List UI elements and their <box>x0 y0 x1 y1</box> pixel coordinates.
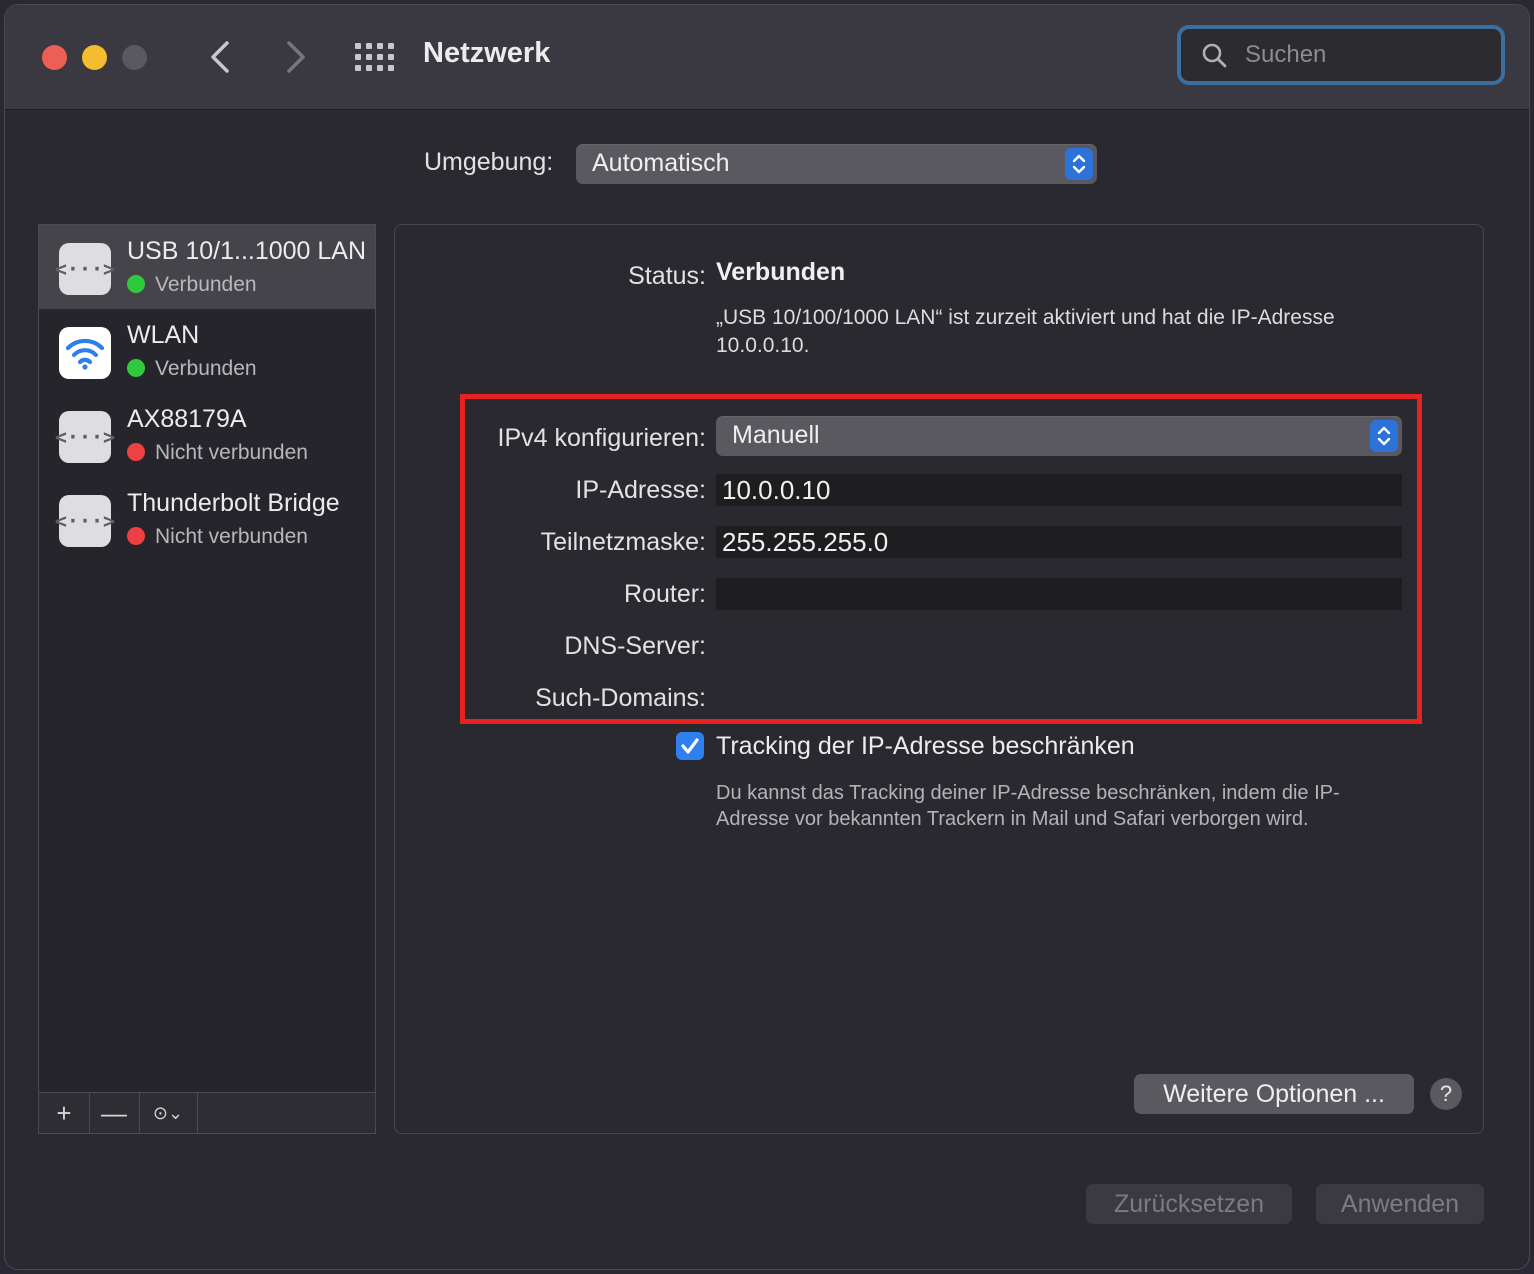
status-dot-icon <box>127 443 145 461</box>
wifi-icon <box>59 327 111 379</box>
ethernet-icon: <···> <box>55 411 115 463</box>
minimize-window-button[interactable] <box>82 45 107 70</box>
service-name: USB 10/1...1000 LAN <box>127 237 367 265</box>
more-options-button[interactable]: Weitere Optionen ... <box>1134 1074 1414 1114</box>
subnet-mask-field[interactable] <box>716 526 1402 558</box>
tracking-checkbox[interactable] <box>676 732 704 760</box>
apply-button[interactable]: Anwenden <box>1316 1184 1484 1224</box>
show-all-grid-icon[interactable] <box>355 43 394 73</box>
ethernet-icon: <···> <box>55 495 115 547</box>
router-field[interactable] <box>716 578 1402 610</box>
service-item-usb-lan[interactable]: <···> USB 10/1...1000 LAN Verbunden <box>39 225 375 309</box>
service-name: Thunderbolt Bridge <box>127 489 340 517</box>
select-stepper-icon <box>1370 420 1398 452</box>
subnet-mask-label: Teilnetzmaske: <box>540 528 706 556</box>
status-dot-icon <box>127 527 145 545</box>
status-label: Status: <box>628 262 706 290</box>
status-dot-icon <box>127 359 145 377</box>
status-dot-icon <box>127 275 145 293</box>
search-field[interactable] <box>1177 25 1505 85</box>
router-label: Router: <box>624 580 706 608</box>
ethernet-icon: <···> <box>55 243 115 295</box>
title-bar: Netzwerk <box>5 5 1529 110</box>
service-name: AX88179A <box>127 405 247 433</box>
ipv4-config-label: IPv4 konfigurieren: <box>497 424 706 452</box>
help-button[interactable]: ? <box>1430 1078 1462 1110</box>
forward-arrow-icon[interactable] <box>281 35 311 89</box>
service-status: Nicht verbunden <box>127 441 308 465</box>
service-list: <···> USB 10/1...1000 LAN Verbunden WLAN… <box>38 224 376 1134</box>
service-list-toolbar: + — ⊙⌄ <box>39 1092 375 1133</box>
service-item-thunderbolt-bridge[interactable]: <···> Thunderbolt Bridge Nicht verbunden <box>39 477 375 561</box>
ip-address-label: IP-Adresse: <box>575 476 706 504</box>
status-description: „USB 10/100/1000 LAN“ ist zurzeit aktivi… <box>716 306 1335 357</box>
location-value: Automatisch <box>592 149 730 177</box>
ipv4-config-value: Manuell <box>732 421 820 449</box>
tracking-description: Du kannst das Tracking deiner IP-Adresse… <box>716 782 1340 830</box>
reset-button[interactable]: Zurücksetzen <box>1086 1184 1292 1224</box>
close-window-button[interactable] <box>42 45 67 70</box>
ipv4-config-select[interactable]: Manuell <box>716 416 1402 456</box>
service-name: WLAN <box>127 321 200 349</box>
ip-address-field[interactable] <box>716 474 1402 506</box>
search-icon <box>1202 43 1227 68</box>
location-label: Umgebung: <box>424 148 554 176</box>
location-select[interactable]: Automatisch <box>576 144 1097 184</box>
search-domains-label: Such-Domains: <box>535 684 706 712</box>
select-stepper-icon <box>1065 148 1093 180</box>
checkmark-icon <box>681 738 699 754</box>
add-service-button[interactable]: + <box>39 1093 90 1133</box>
search-input[interactable] <box>1243 39 1487 71</box>
status-value: Verbunden <box>716 258 846 286</box>
window-title: Netzwerk <box>423 37 551 69</box>
service-status: Nicht verbunden <box>127 525 308 549</box>
tracking-label: Tracking der IP-Adresse beschränken <box>716 732 1135 760</box>
service-actions-menu-button[interactable]: ⊙⌄ <box>139 1093 198 1133</box>
service-item-ax88179a[interactable]: <···> AX88179A Nicht verbunden <box>39 393 375 477</box>
service-item-wlan[interactable]: WLAN Verbunden <box>39 309 375 393</box>
zoom-window-button[interactable] <box>122 45 147 70</box>
remove-service-button[interactable]: — <box>89 1093 140 1133</box>
service-status: Verbunden <box>127 357 257 381</box>
dns-server-label: DNS-Server: <box>564 632 706 660</box>
service-status: Verbunden <box>127 273 257 297</box>
back-arrow-icon[interactable] <box>205 35 235 89</box>
